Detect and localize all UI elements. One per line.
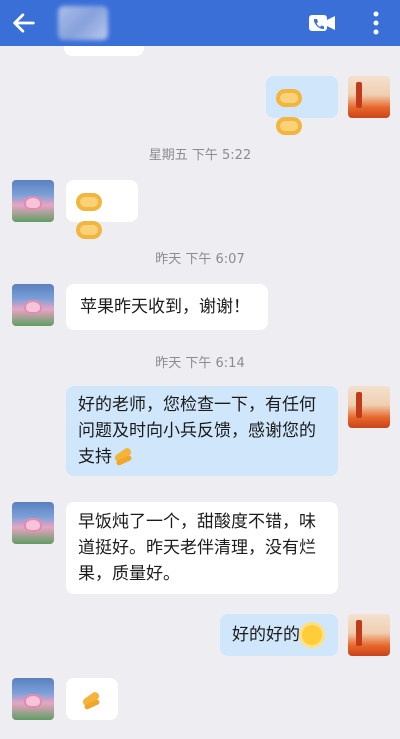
more-vertical-icon[interactable] <box>366 10 386 36</box>
message-text-line: 道挺好。昨天老伴清理，没有烂 <box>78 538 316 558</box>
handshake-emoji-icon <box>276 89 302 107</box>
message-text-line: 支持 <box>78 447 112 467</box>
timestamp: 星期五 下午 5:22 <box>148 148 252 163</box>
video-call-icon[interactable] <box>308 11 336 35</box>
message-text-line: 问题及时向小兵反馈，感谢您的 <box>78 421 316 441</box>
handshake-emoji-icon <box>76 193 102 211</box>
message-bubble-incoming[interactable]: 苹果昨天收到，谢谢！ <box>66 284 268 330</box>
contact-avatar[interactable] <box>12 502 54 544</box>
partial-message-bubble <box>64 46 144 56</box>
clap-emoji-icon <box>112 449 134 465</box>
message-bubble-outgoing[interactable] <box>266 76 338 135</box>
message-bubble-incoming[interactable] <box>66 180 138 239</box>
smiling-sun-emoji-icon <box>302 625 322 645</box>
message-text-line: 好的老师，您检查一下，有任何 <box>78 395 316 415</box>
message-text-line: 早饭炖了一个，甜酸度不错，味 <box>78 512 316 532</box>
message-text: 好的好的 <box>232 625 300 645</box>
chat-list[interactable]: 星期五 下午 5:22 昨天 下午 6:07 苹果昨天收到，谢谢！ 昨天 下午 … <box>0 46 400 739</box>
top-bar <box>0 0 400 46</box>
my-avatar[interactable] <box>348 386 390 428</box>
my-avatar[interactable] <box>348 614 390 656</box>
contact-avatar[interactable] <box>12 180 54 222</box>
contact-name-blurred[interactable] <box>58 6 108 40</box>
clap-emoji-icon <box>80 693 102 709</box>
timestamp: 昨天 下午 6:07 <box>155 252 245 267</box>
message-text: 苹果昨天收到，谢谢！ <box>80 297 250 317</box>
message-bubble-incoming[interactable]: 早饭炖了一个，甜酸度不错，味 道挺好。昨天老伴清理，没有烂 果，质量好。 <box>66 502 338 594</box>
message-bubble-incoming[interactable] <box>66 678 118 720</box>
handshake-emoji-icon <box>276 117 302 135</box>
contact-avatar[interactable] <box>12 678 54 720</box>
message-bubble-outgoing[interactable]: 好的好的 <box>220 614 338 656</box>
contact-avatar[interactable] <box>12 284 54 326</box>
handshake-emoji-icon <box>76 221 102 239</box>
arrow-left-icon[interactable] <box>10 9 38 37</box>
message-text-line: 果，质量好。 <box>78 564 180 584</box>
timestamp: 昨天 下午 6:14 <box>155 356 245 371</box>
message-bubble-outgoing[interactable]: 好的老师，您检查一下，有任何 问题及时向小兵反馈，感谢您的 支持 <box>66 386 338 476</box>
my-avatar[interactable] <box>348 76 390 118</box>
